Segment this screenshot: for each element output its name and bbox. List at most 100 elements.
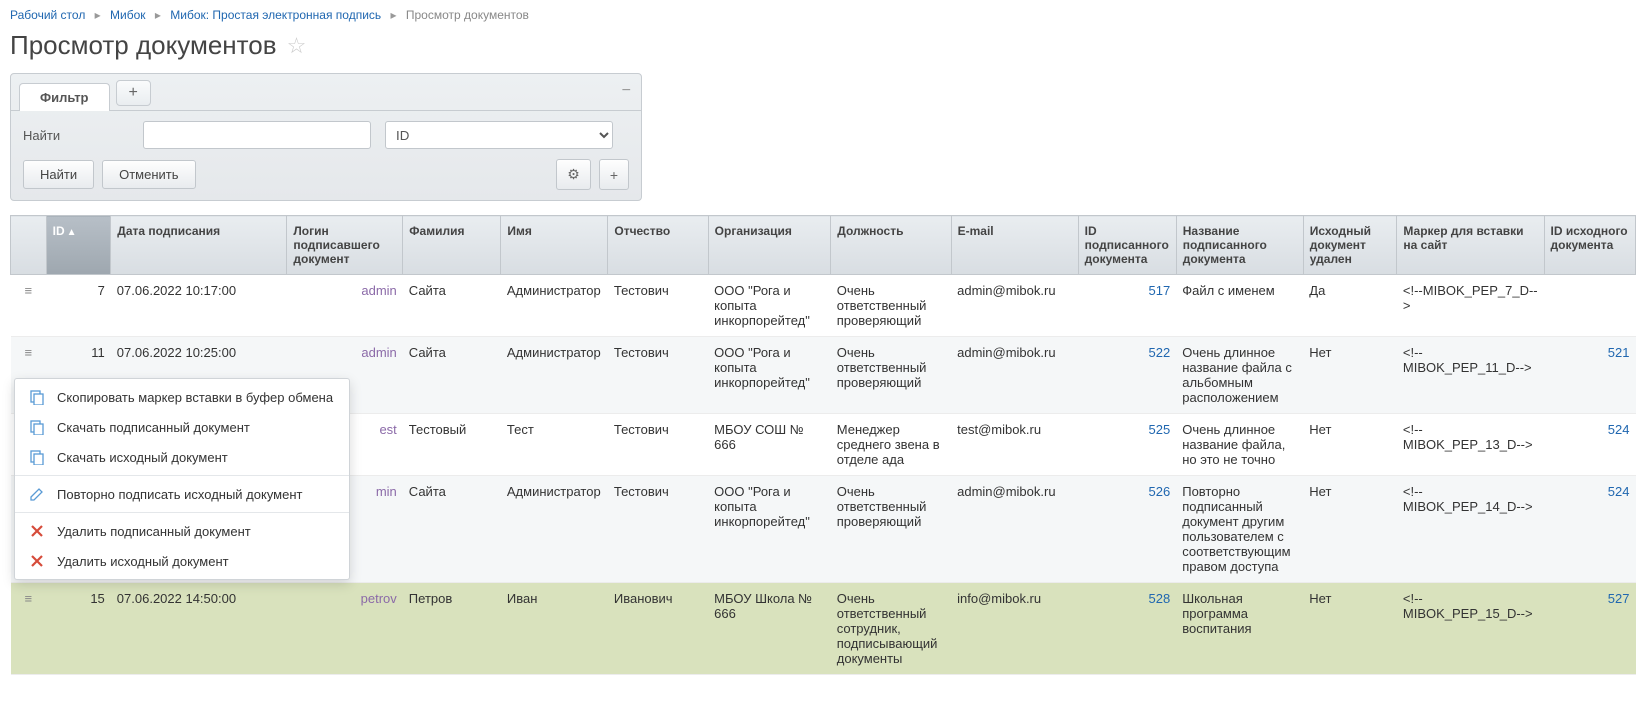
cell-name: Администратор bbox=[501, 275, 608, 337]
cell-signed-doc-name: Очень длинное название файла, но это не … bbox=[1176, 414, 1303, 476]
menu-download-signed[interactable]: Скачать подписанный документ bbox=[15, 412, 349, 442]
col-signed-doc-name[interactable]: Название подписанного документа bbox=[1176, 216, 1303, 275]
source-doc-id-link[interactable]: 527 bbox=[1608, 591, 1630, 606]
crumb-desktop[interactable]: Рабочий стол bbox=[10, 8, 85, 22]
col-dolzh[interactable]: Должность bbox=[831, 216, 951, 275]
col-org[interactable]: Организация bbox=[708, 216, 831, 275]
col-name[interactable]: Имя bbox=[501, 216, 608, 275]
row-menu-icon[interactable]: ≡ bbox=[11, 275, 47, 337]
signed-doc-id-link[interactable]: 525 bbox=[1149, 422, 1171, 437]
cell-deleted: Нет bbox=[1303, 476, 1397, 583]
col-login[interactable]: Логин подписавшего документ bbox=[287, 216, 403, 275]
cell-fam: Сайта bbox=[403, 337, 501, 414]
filter-add-tab-button[interactable]: + bbox=[116, 80, 151, 106]
cell-dolzh: Очень ответственный сотрудник, подписыва… bbox=[831, 583, 951, 675]
filter-find-button[interactable]: Найти bbox=[23, 160, 94, 189]
cell-dolzh: Очень ответственный проверяющий bbox=[831, 476, 951, 583]
source-doc-id-link[interactable]: 524 bbox=[1608, 422, 1630, 437]
cell-signed-doc-id: 517 bbox=[1078, 275, 1176, 337]
col-signed-doc-id[interactable]: ID подписанного документа bbox=[1078, 216, 1176, 275]
table-row[interactable]: ≡707.06.2022 10:17:00adminСайтаАдминистр… bbox=[11, 275, 1636, 337]
menu-separator bbox=[15, 475, 349, 476]
menu-delete-signed[interactable]: Удалить подписанный документ bbox=[15, 516, 349, 546]
edit-icon bbox=[27, 486, 47, 502]
menu-resign[interactable]: Повторно подписать исходный документ bbox=[15, 479, 349, 509]
cell-signed-doc-id: 528 bbox=[1078, 583, 1176, 675]
menu-copy-marker[interactable]: Скопировать маркер вставки в буфер обмен… bbox=[15, 382, 349, 412]
col-source-id[interactable]: ID исходного документа bbox=[1544, 216, 1636, 275]
source-doc-id-link[interactable]: 521 bbox=[1608, 345, 1630, 360]
cell-email: admin@mibok.ru bbox=[951, 476, 1078, 583]
filter-add-button[interactable]: + bbox=[599, 159, 629, 190]
cell-name: Администратор bbox=[501, 337, 608, 414]
cell-deleted: Нет bbox=[1303, 583, 1397, 675]
cell-marker: <!--MIBOK_PEP_7_D--> bbox=[1397, 275, 1544, 337]
col-marker[interactable]: Маркер для вставки на сайт bbox=[1397, 216, 1544, 275]
login-link[interactable]: est bbox=[379, 422, 396, 437]
signed-doc-id-link[interactable]: 526 bbox=[1149, 484, 1171, 499]
cell-fam: Сайта bbox=[403, 275, 501, 337]
login-link[interactable]: min bbox=[376, 484, 397, 499]
cell-signed-doc-id: 526 bbox=[1078, 476, 1176, 583]
cell-fam: Петров bbox=[403, 583, 501, 675]
signed-doc-id-link[interactable]: 522 bbox=[1149, 345, 1171, 360]
sort-asc-icon: ▲ bbox=[67, 227, 77, 238]
cell-date: 07.06.2022 10:17:00 bbox=[111, 275, 287, 337]
filter-collapse-icon[interactable]: − bbox=[622, 82, 631, 100]
cell-marker: <!--MIBOK_PEP_14_D--> bbox=[1397, 476, 1544, 583]
cell-org: МБОУ СОШ № 666 bbox=[708, 414, 831, 476]
filter-search-input[interactable] bbox=[143, 121, 371, 149]
cell-dolzh: Очень ответственный проверяющий bbox=[831, 337, 951, 414]
cell-signed-doc-name: Очень длинное название файла с альбомным… bbox=[1176, 337, 1303, 414]
signed-doc-id-link[interactable]: 517 bbox=[1149, 283, 1171, 298]
filter-tab[interactable]: Фильтр bbox=[19, 83, 110, 111]
row-context-menu: Скопировать маркер вставки в буфер обмен… bbox=[14, 378, 350, 580]
filter-settings-button[interactable]: ⚙ bbox=[556, 159, 591, 190]
menu-separator bbox=[15, 512, 349, 513]
signed-doc-id-link[interactable]: 528 bbox=[1149, 591, 1171, 606]
row-menu-icon[interactable]: ≡ bbox=[11, 583, 47, 675]
filter-field-select[interactable]: ID bbox=[385, 121, 613, 149]
favorite-star-icon[interactable]: ☆ bbox=[287, 33, 307, 59]
cell-source-id: 524 bbox=[1544, 414, 1636, 476]
cell-source-id bbox=[1544, 275, 1636, 337]
gear-icon: ⚙ bbox=[567, 166, 580, 182]
cell-otch: Тестович bbox=[608, 476, 708, 583]
col-email[interactable]: E-mail bbox=[951, 216, 1078, 275]
delete-icon bbox=[27, 553, 47, 569]
col-date[interactable]: Дата подписания bbox=[111, 216, 287, 275]
cell-signed-doc-name: Повторно подписанный документ другим пол… bbox=[1176, 476, 1303, 583]
download-icon bbox=[27, 449, 47, 465]
cell-date: 07.06.2022 14:50:00 bbox=[111, 583, 287, 675]
cell-otch: Иванович bbox=[608, 583, 708, 675]
cell-name: Иван bbox=[501, 583, 608, 675]
menu-download-source[interactable]: Скачать исходный документ bbox=[15, 442, 349, 472]
cell-source-id: 527 bbox=[1544, 583, 1636, 675]
filter-cancel-button[interactable]: Отменить bbox=[102, 160, 195, 189]
cell-org: МБОУ Школа № 666 bbox=[708, 583, 831, 675]
cell-otch: Тестович bbox=[608, 275, 708, 337]
login-link[interactable]: admin bbox=[361, 283, 396, 298]
col-id[interactable]: ID▲ bbox=[46, 216, 111, 275]
col-fam[interactable]: Фамилия bbox=[403, 216, 501, 275]
menu-label: Удалить исходный документ bbox=[57, 554, 229, 569]
col-otch[interactable]: Отчество bbox=[608, 216, 708, 275]
cell-deleted: Да bbox=[1303, 275, 1397, 337]
table-row[interactable]: ≡1507.06.2022 14:50:00petrovПетровИванИв… bbox=[11, 583, 1636, 675]
cell-marker: <!--MIBOK_PEP_11_D--> bbox=[1397, 337, 1544, 414]
cell-org: ООО "Рога и копыта инкорпорейтед" bbox=[708, 476, 831, 583]
crumb-mibok-pep[interactable]: Мибок: Простая электронная подпись bbox=[170, 8, 381, 22]
col-source-deleted[interactable]: Исходный документ удален bbox=[1303, 216, 1397, 275]
cell-signed-doc-name: Школьная программа воспитания bbox=[1176, 583, 1303, 675]
delete-icon bbox=[27, 523, 47, 539]
cell-source-id: 521 bbox=[1544, 337, 1636, 414]
cell-org: ООО "Рога и копыта инкорпорейтед" bbox=[708, 337, 831, 414]
login-link[interactable]: admin bbox=[361, 345, 396, 360]
cell-deleted: Нет bbox=[1303, 337, 1397, 414]
menu-label: Повторно подписать исходный документ bbox=[57, 487, 302, 502]
crumb-mibok[interactable]: Мибок bbox=[110, 8, 146, 22]
menu-delete-source[interactable]: Удалить исходный документ bbox=[15, 546, 349, 576]
login-link[interactable]: petrov bbox=[361, 591, 397, 606]
source-doc-id-link[interactable]: 524 bbox=[1608, 484, 1630, 499]
col-menu bbox=[11, 216, 47, 275]
